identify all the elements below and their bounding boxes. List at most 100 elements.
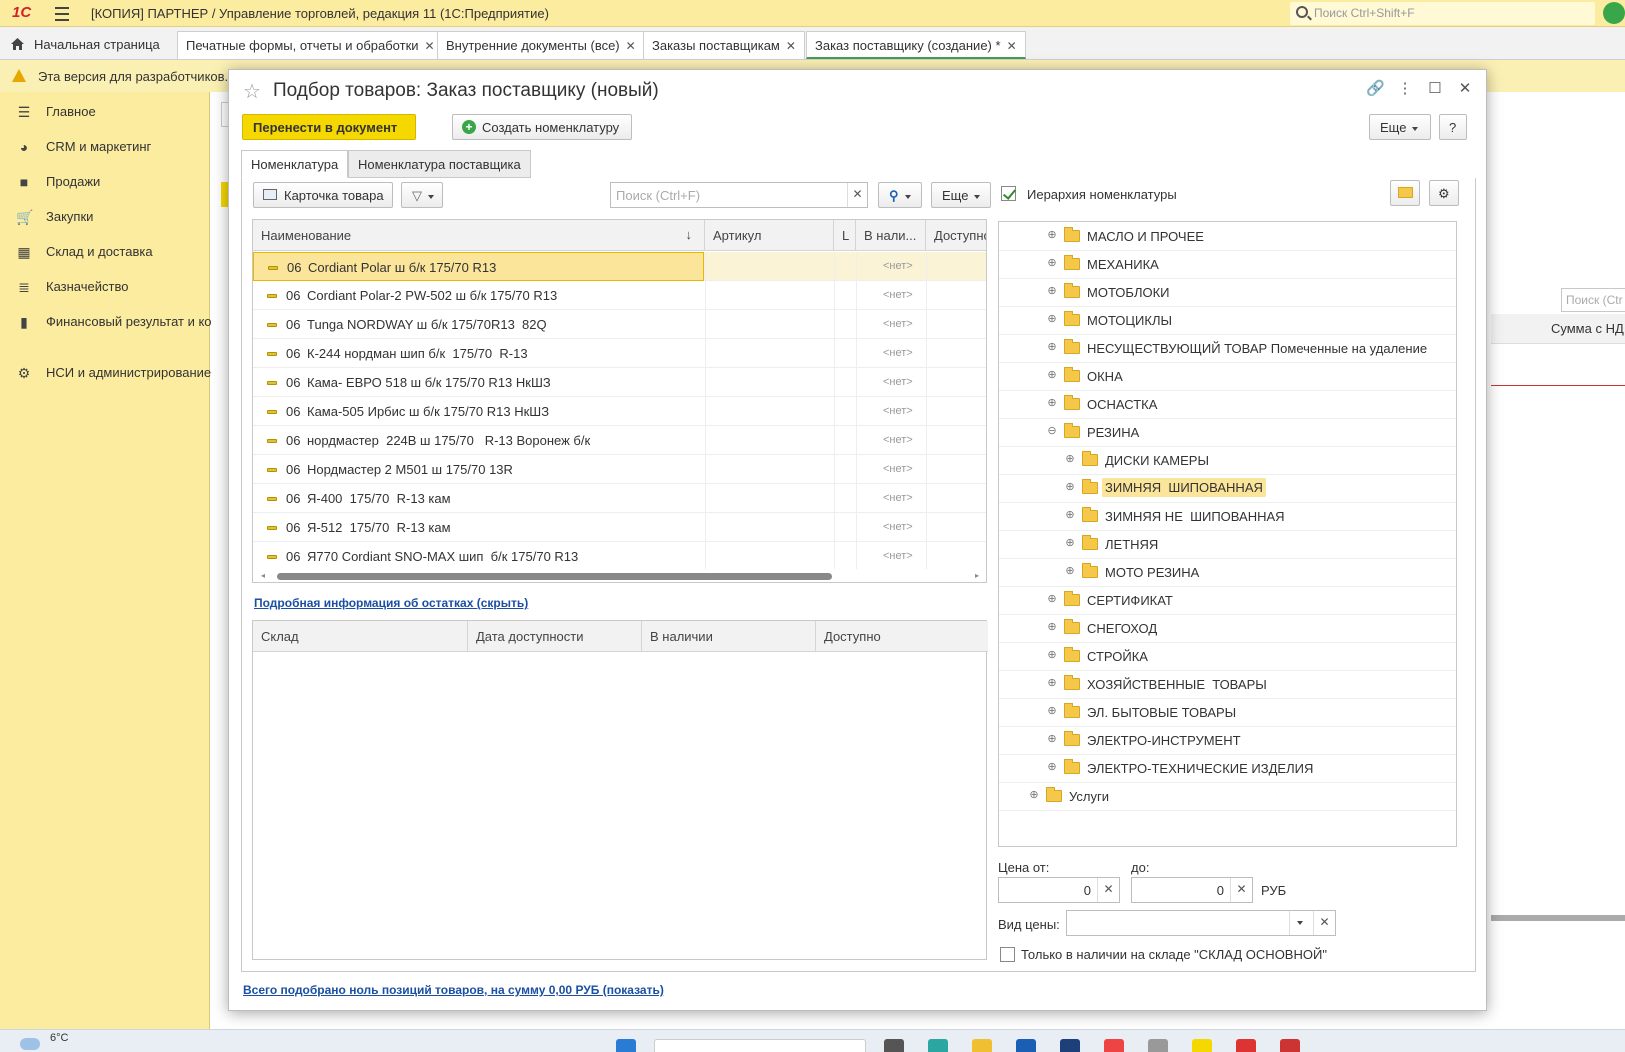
name-cell[interactable]: 06 Cordiant Polar ш б/к 175/70 R13 (253, 252, 704, 281)
close-icon[interactable]: ✕ (425, 39, 435, 53)
table-row[interactable]: 06 Cordiant Polar-2 PW-502 ш б/к 175/70 R… (253, 281, 986, 310)
table-row[interactable]: 06 Cordiant Polar ш б/к 175/70 R13 <нет> (253, 252, 986, 281)
store-icon[interactable] (1016, 1039, 1036, 1052)
app-icon[interactable] (1104, 1039, 1124, 1052)
scroll-left-icon[interactable]: ◂ (261, 571, 265, 580)
price-to-input[interactable]: 0 ✕ (1131, 877, 1253, 903)
taskview-icon[interactable] (884, 1039, 904, 1052)
transfer-to-document-button[interactable]: Перенести в документ (242, 114, 416, 140)
column-header-article[interactable]: Артикул (705, 220, 834, 251)
scrollbar-thumb[interactable] (277, 573, 832, 580)
windows-start-icon[interactable] (616, 1039, 636, 1052)
background-search-input[interactable]: Поиск (Ctr (1561, 288, 1625, 312)
close-icon[interactable]: ✕ (1456, 80, 1474, 98)
app-icon[interactable] (1148, 1039, 1168, 1052)
close-icon[interactable]: ✕ (786, 39, 796, 53)
expand-icon[interactable]: ⊕ (1047, 762, 1057, 773)
name-cell[interactable]: 06 Я770 Cordiant SNO-MAX шип б/к 175/70 R… (253, 542, 704, 571)
tree-item[interactable]: ⊕ МОТОБЛОКИ (999, 278, 1456, 307)
column-header-warehouse[interactable]: Склад (253, 621, 468, 652)
expand-icon[interactable]: ⊕ (1065, 566, 1075, 577)
tree-item[interactable]: ⊕ ОСНАСТКА (999, 390, 1456, 419)
taskbar-search[interactable] (654, 1039, 866, 1052)
name-cell[interactable]: 06 Нордмастер 2 М501 ш 175/70 13R (253, 455, 704, 484)
favorite-star-icon[interactable]: ☆ (243, 79, 261, 104)
table-row[interactable]: 06 К-244 нордман шип б/к 175/70 R-13 <нет> (253, 339, 986, 368)
expand-icon[interactable]: ⊕ (1047, 398, 1057, 409)
name-cell[interactable]: 06 нордмастер 224В ш 175/70 R-13 Воронеж … (253, 426, 704, 455)
settings-button[interactable]: ⚙ (1429, 180, 1459, 206)
expand-icon[interactable]: ⊕ (1047, 286, 1057, 297)
tab-nomenclature[interactable]: Номенклатура (241, 150, 349, 178)
more-button[interactable]: Еще (1369, 114, 1431, 140)
clear-icon[interactable]: ✕ (1230, 878, 1252, 902)
tree-item[interactable]: ⊕ ЭЛ. БЫТОВЫЕ ТОВАРЫ (999, 698, 1456, 727)
search-button[interactable]: ⚲ (878, 182, 922, 208)
link-icon[interactable]: 🔗 (1366, 80, 1385, 98)
collapse-icon[interactable]: ⊖ (1047, 426, 1057, 437)
column-header-available[interactable]: Доступно (816, 621, 988, 652)
column-header-in-stock[interactable]: В наличии (642, 621, 816, 652)
tree-item[interactable]: ⊕ МОТО РЕЗИНА (999, 558, 1456, 587)
tree-item[interactable]: ⊕ МЕХАНИКА (999, 250, 1456, 279)
only-in-stock-checkbox[interactable] (1000, 947, 1015, 962)
table-row[interactable]: 06 Нордмастер 2 М501 ш 175/70 13R <нет> (253, 455, 986, 484)
stock-details-link[interactable]: Подробная информация об остатках (скрыть… (254, 596, 528, 610)
expand-icon[interactable]: ⊕ (1047, 734, 1057, 745)
tree-item[interactable]: ⊖ РЕЗИНА (999, 418, 1456, 447)
global-search-input[interactable]: Поиск Ctrl+Shift+F (1290, 2, 1595, 25)
table-row[interactable]: 06 Tunga NORDWAY ш б/к 175/70R13 82Q <нет> (253, 310, 986, 339)
tree-item[interactable]: ⊕ ХОЗЯЙСТВЕННЫЕ ТОВАРЫ (999, 670, 1456, 699)
name-cell[interactable]: 06 Я-400 175/70 R-13 кам (253, 484, 704, 513)
maximize-icon[interactable]: ☐ (1426, 80, 1444, 98)
name-cell[interactable]: 06 Я-512 175/70 R-13 кам (253, 513, 704, 542)
tree-item[interactable]: ⊕ ЛЕТНЯЯ (999, 530, 1456, 559)
expand-icon[interactable]: ⊕ (1047, 594, 1057, 605)
tab-supplier-order-create[interactable]: Заказ поставщику (создание) * ✕ (806, 31, 1026, 59)
table-row[interactable]: 06 Кама-505 Ирбис ш б/к 175/70 R13 НкШЗ <н… (253, 397, 986, 426)
close-icon[interactable]: ✕ (1007, 39, 1017, 53)
app-icon[interactable] (1280, 1039, 1300, 1052)
dropdown-button[interactable] (1289, 911, 1309, 935)
expand-icon[interactable]: ⊕ (1065, 454, 1075, 465)
expand-icon[interactable]: ⊕ (1065, 482, 1075, 493)
expand-icon[interactable]: ⊕ (1047, 258, 1057, 269)
tree-item[interactable]: ⊕ СНЕГОХОД (999, 614, 1456, 643)
tab-internal-docs[interactable]: Внутренние документы (все) ✕ (437, 31, 645, 59)
table-row[interactable]: 06 нордмастер 224В ш 175/70 R-13 Воронеж … (253, 426, 986, 455)
selected-summary-link[interactable]: Всего подобрано ноль позиций товаров, на… (243, 983, 664, 997)
column-header-availability-date[interactable]: Дата доступности (468, 621, 642, 652)
help-button[interactable]: ? (1439, 114, 1467, 140)
tab-supplier-nomenclature[interactable]: Номенклатура поставщика (348, 150, 531, 178)
tab-supplier-orders[interactable]: Заказы поставщикам ✕ (643, 31, 805, 59)
column-header-l[interactable]: L (834, 220, 856, 251)
price-from-input[interactable]: 0 ✕ (998, 877, 1120, 903)
horizontal-scrollbar[interactable]: ◂ ▸ (253, 569, 986, 582)
user-avatar[interactable] (1603, 2, 1625, 24)
table-row[interactable]: 06 Кама- ЕВРО 518 ш б/к 175/70 R13 НкШЗ <н… (253, 368, 986, 397)
background-scrollbar[interactable] (1491, 915, 1625, 921)
expand-icon[interactable]: ⊕ (1047, 650, 1057, 661)
edge-icon[interactable] (928, 1039, 948, 1052)
tab-print-forms[interactable]: Печатные формы, отчеты и обработки ✕ (177, 31, 444, 59)
tree-item[interactable]: ⊕ ОКНА (999, 362, 1456, 391)
table-row[interactable]: 06 Я770 Cordiant SNO-MAX шип б/к 175/70 R… (253, 542, 986, 571)
add-folder-button[interactable] (1390, 180, 1420, 206)
1c-taskbar-icon[interactable] (1192, 1039, 1212, 1052)
table-row[interactable]: 06 Я-400 175/70 R-13 кам <нет> (253, 484, 986, 513)
tree-item[interactable]: ⊕ СЕРТИФИКАТ (999, 586, 1456, 615)
product-card-button[interactable]: Карточка товара (253, 182, 393, 208)
expand-icon[interactable]: ⊕ (1047, 706, 1057, 717)
name-cell[interactable]: 06 Tunga NORDWAY ш б/к 175/70R13 82Q (253, 310, 704, 339)
expand-icon[interactable]: ⊕ (1047, 678, 1057, 689)
tree-item[interactable]: ⊕ ЭЛЕКТРО-ТЕХНИЧЕСКИЕ ИЗДЕЛИЯ (999, 754, 1456, 783)
price-type-select[interactable]: ✕ (1066, 910, 1336, 936)
tree-item[interactable]: ⊕ НЕСУЩЕСТВУЮЩИЙ ТОВАР Помеченные на удал… (999, 334, 1456, 363)
expand-icon[interactable]: ⊕ (1047, 370, 1057, 381)
close-icon[interactable]: ✕ (626, 39, 636, 53)
tree-item[interactable]: ⊕ ЗИМНЯЯ НЕ ШИПОВАННАЯ (999, 502, 1456, 531)
clear-icon[interactable]: ✕ (847, 183, 867, 207)
tree-item[interactable]: ⊕ ДИСКИ КАМЕРЫ (999, 446, 1456, 475)
tree-item[interactable]: ⊕ ЗИМНЯЯ ШИПОВАННАЯ (999, 474, 1456, 503)
tree-item[interactable]: ⊕ МАСЛО И ПРОЧЕЕ (999, 222, 1456, 251)
